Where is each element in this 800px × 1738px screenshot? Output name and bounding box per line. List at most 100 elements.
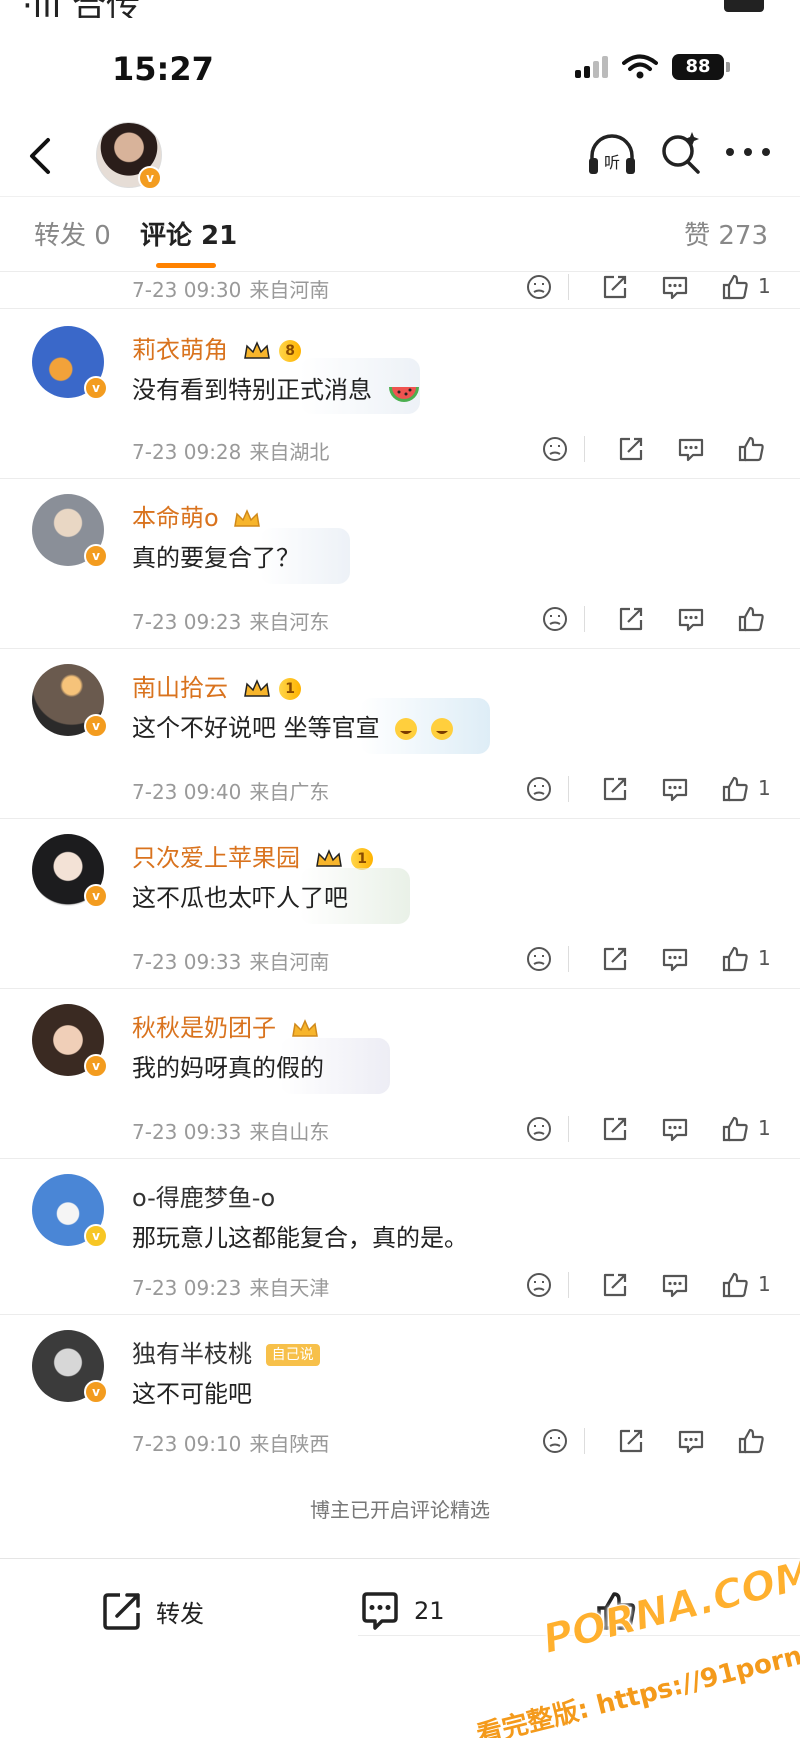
comment-meta: 7-23 09:23 来自河东 xyxy=(132,610,330,634)
comment-meta: 7-23 09:30 来自河南 xyxy=(132,274,329,303)
vip-crown-icon xyxy=(315,849,342,867)
commenter-name[interactable]: 独有半枝桃 自己说 xyxy=(132,1334,320,1369)
tab-likes[interactable]: 赞 273 xyxy=(684,215,768,252)
verified-badge-icon: v xyxy=(84,1054,108,1078)
commenter-name[interactable]: 南山拾云 1 xyxy=(132,668,302,703)
comment-meta: 7-23 09:33 来自河南 xyxy=(132,950,330,974)
comment-text: 那玩意儿这都能复合，真的是。 xyxy=(132,1224,468,1252)
reply-icon[interactable] xyxy=(676,604,706,634)
like-thumb-icon[interactable] xyxy=(720,944,750,974)
laughing-emoji-icon xyxy=(430,718,453,740)
weibo-comments-screen: ·ılı 合传 15:27 88 v 听 xyxy=(0,0,800,1738)
share-icon[interactable] xyxy=(616,1426,646,1456)
partial-comment: 7-23 09:30 来自河南 1 xyxy=(0,270,800,309)
fan-level-badge: 1 xyxy=(279,678,302,700)
comment-text: 我的妈呀真的假的 xyxy=(132,1054,324,1082)
comment-tabs: 转发 0 评论 21 赞 273 xyxy=(0,196,800,272)
reply-icon[interactable] xyxy=(676,434,706,464)
tab-comments[interactable]: 评论 21 xyxy=(140,215,237,252)
like-thumb-icon[interactable] xyxy=(736,434,766,464)
like-thumb-icon[interactable] xyxy=(720,1114,750,1144)
share-icon[interactable] xyxy=(600,774,630,804)
like-thumb-icon[interactable] xyxy=(736,1426,766,1456)
repost-icon xyxy=(103,1593,140,1630)
reaction-face-icon[interactable] xyxy=(540,604,570,634)
comment-meta: 7-23 09:40 来自广东 xyxy=(132,780,330,804)
comment-time: 7-23 09:30 xyxy=(132,278,242,302)
cropped-carrier-text: ·ılı 合传 xyxy=(22,0,140,18)
share-icon[interactable] xyxy=(600,1114,630,1144)
active-tab-indicator xyxy=(156,263,216,268)
vip-crown-icon xyxy=(243,341,270,359)
repost-button[interactable]: 转发 xyxy=(100,1587,204,1635)
comment-meta: 7-23 09:10 来自陕西 xyxy=(132,1432,330,1456)
share-icon[interactable] xyxy=(616,604,646,634)
reply-icon[interactable] xyxy=(660,774,690,804)
like-thumb-icon[interactable] xyxy=(720,1270,750,1300)
battery-icon: 88 xyxy=(672,54,730,80)
vip-crown-icon xyxy=(291,1019,318,1037)
reply-icon[interactable] xyxy=(676,1426,706,1456)
comment-item: v 只次爱上苹果园 1 这不瓜也太吓人了吧 7-23 09:33 来自河南 1 xyxy=(0,818,800,989)
comment-item: v 秋秋是奶团子 我的妈呀真的假的 7-23 09:33 来自山东 1 xyxy=(0,988,800,1159)
share-icon[interactable] xyxy=(600,944,630,974)
reaction-face-icon[interactable] xyxy=(540,434,570,464)
comment-actions: 1 xyxy=(524,272,776,302)
comment-source: 来自河南 xyxy=(249,278,330,302)
like-count: 1 xyxy=(758,274,771,298)
like-thumb-icon[interactable] xyxy=(720,774,750,804)
comment-item: v 莉衣萌角 8 没有看到特别正式消息 7-23 09:28 来自湖北 xyxy=(0,310,800,479)
back-arrow-icon[interactable] xyxy=(22,134,58,178)
wifi-icon xyxy=(622,54,658,79)
fan-level-badge: 1 xyxy=(351,848,374,870)
comment-meta: 7-23 09:33 来自山东 xyxy=(132,1120,330,1144)
reply-icon[interactable] xyxy=(660,1270,690,1300)
curated-comments-note: 博主已开启评论精选 xyxy=(310,1498,490,1522)
search-icon[interactable] xyxy=(660,130,702,176)
share-icon[interactable] xyxy=(616,434,646,464)
comment-meta: 7-23 09:23 来自天津 xyxy=(132,1276,330,1300)
cropped-battery-icon xyxy=(724,0,764,12)
comment-item: v 南山拾云 1 这个不好说吧 坐等官宣 7-23 09:40 来自广东 1 xyxy=(0,648,800,819)
like-thumb-icon[interactable] xyxy=(736,604,766,634)
cropped-status-strip: ·ılı 合传 xyxy=(0,0,800,18)
commenter-name[interactable]: o-得鹿梦鱼-o xyxy=(132,1178,275,1213)
comment-text: 这个不好说吧 坐等官宣 xyxy=(132,708,455,743)
more-options-icon[interactable] xyxy=(726,148,770,160)
like-thumb-icon[interactable] xyxy=(720,272,750,302)
reaction-face-icon[interactable] xyxy=(524,1114,554,1144)
tab-repost[interactable]: 转发 0 xyxy=(34,215,111,252)
reaction-face-icon[interactable] xyxy=(524,774,554,804)
listen-headphones-icon[interactable]: 听 xyxy=(586,130,638,180)
reaction-face-icon[interactable] xyxy=(540,1426,570,1456)
reply-icon[interactable] xyxy=(660,272,690,302)
commenter-name[interactable]: 本命萌o xyxy=(132,498,262,533)
comment-icon xyxy=(362,1592,398,1630)
reply-icon[interactable] xyxy=(660,944,690,974)
reply-icon[interactable] xyxy=(660,1114,690,1144)
laughing-emoji-icon xyxy=(395,718,418,740)
verified-badge-icon: v xyxy=(84,884,108,908)
like-count: 1 xyxy=(758,1116,771,1140)
comment-text: 这不可能吧 xyxy=(132,1380,252,1408)
status-bar: 15:27 88 xyxy=(0,40,800,100)
user-badge: 自己说 xyxy=(265,1344,320,1366)
like-count: 1 xyxy=(758,776,771,800)
comment-count: 21 xyxy=(414,1597,445,1625)
like-count: 1 xyxy=(758,946,771,970)
status-time: 15:27 xyxy=(112,50,214,88)
comment-text: 真的要复合了？ xyxy=(132,544,300,572)
fan-level-badge: 8 xyxy=(279,340,302,362)
reaction-face-icon[interactable] xyxy=(524,272,554,302)
reaction-face-icon[interactable] xyxy=(524,944,554,974)
reaction-face-icon[interactable] xyxy=(524,1270,554,1300)
like-count: 1 xyxy=(758,1272,771,1296)
svg-text:听: 听 xyxy=(604,153,620,172)
commenter-name[interactable]: 莉衣萌角 8 xyxy=(132,330,302,365)
share-icon[interactable] xyxy=(600,1270,630,1300)
comment-actions xyxy=(540,434,792,464)
comment-text: 没有看到特别正式消息 xyxy=(132,370,422,409)
share-icon[interactable] xyxy=(600,272,630,302)
comment-actions: 1 xyxy=(524,1270,776,1300)
vip-crown-icon xyxy=(243,679,270,697)
